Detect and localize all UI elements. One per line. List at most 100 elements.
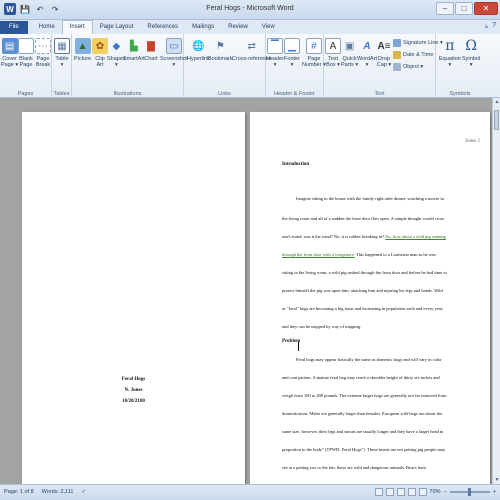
cross-reference-icon: ⇄ xyxy=(247,40,256,52)
picture-label: Picture xyxy=(74,56,92,62)
footer-button[interactable]: ▁ Footer ▾ xyxy=(284,38,300,68)
document-author: N. Jones xyxy=(124,388,143,393)
cover-page-button[interactable]: ▤ Cover Page ▾ xyxy=(1,38,18,68)
highlighted-text: No, how about a wild pig running xyxy=(385,234,446,239)
table-label: Table ▾ xyxy=(55,56,69,68)
zoom-slider[interactable] xyxy=(449,488,490,496)
symbol-button[interactable]: Ω Symbol ▾ xyxy=(462,38,480,68)
scroll-up-icon[interactable]: ▲ xyxy=(493,98,500,106)
paragraph-line: proportion to the body" (TPWD: Feral Hog… xyxy=(282,447,446,452)
vertical-scrollbar[interactable]: ▲ ▼ xyxy=(492,98,500,484)
full-screen-view-icon[interactable] xyxy=(385,488,394,496)
document-page-2[interactable]: Jones 2 Introduction Imagine sitting in … xyxy=(250,112,490,484)
hyperlink-label: Hyperlink xyxy=(187,56,210,62)
minimize-ribbon-icon[interactable]: ▵ xyxy=(485,22,489,30)
text-box-button[interactable]: A Text Box ▾ xyxy=(325,38,341,68)
header-button[interactable]: ▔ Header ▾ xyxy=(266,38,284,68)
zoom-out-icon[interactable]: − xyxy=(444,489,447,495)
clip-art-button[interactable]: ✿ Clip Art xyxy=(92,38,108,68)
cover-page-icon: ▤ xyxy=(1,38,18,54)
tab-references[interactable]: References xyxy=(140,21,185,34)
footer-icon: ▁ xyxy=(284,38,300,54)
date-time-button[interactable]: Date & Time xyxy=(393,51,433,59)
group-links-label: Links xyxy=(218,91,231,97)
page-number-button[interactable]: # Page Number ▾ xyxy=(302,38,326,68)
minimize-button[interactable]: – xyxy=(436,2,454,15)
page-count-status[interactable]: Page: 1 of 8 xyxy=(4,489,34,495)
ribbon-insert: ▤ Cover Page ▾ Blank Page ⋯ Page Break P… xyxy=(0,34,500,98)
paragraph-line: Imagine sitting in the house with the fa… xyxy=(296,196,444,201)
table-icon: ▦ xyxy=(54,38,70,54)
shapes-icon: ◆ xyxy=(112,40,121,52)
proofing-icon[interactable]: ✓ xyxy=(81,489,86,495)
draft-view-icon[interactable] xyxy=(418,488,427,496)
paragraph-line: see at a petting zoo or the fair, these … xyxy=(282,465,427,470)
status-bar: Page: 1 of 8 Words: 2,111 ✓ 70% − + xyxy=(0,484,500,500)
tab-review[interactable]: Review xyxy=(221,21,255,34)
omega-icon: Ω xyxy=(465,38,477,54)
smartart-button[interactable]: ▙ SmartArt xyxy=(123,38,145,63)
close-button[interactable]: ✕ xyxy=(474,2,498,15)
group-illustrations-label: Illustrations xyxy=(113,91,142,97)
smartart-label: SmartArt xyxy=(123,56,145,62)
zoom-in-icon[interactable]: + xyxy=(493,489,496,495)
signature-line-icon xyxy=(393,39,401,47)
object-button[interactable]: Object ▾ xyxy=(393,63,423,71)
group-links: 🌐 Hyperlink ⚑ Bookmark ⇄ Cross-reference… xyxy=(184,34,271,98)
bookmark-icon: ⚑ xyxy=(215,40,225,52)
document-area[interactable]: Feral Hogs N. Jones 10/20/2100 Jones 2 I… xyxy=(0,98,492,484)
paragraph-line: or "feral" hogs are becoming a big issue… xyxy=(282,306,444,311)
scroll-down-icon[interactable]: ▼ xyxy=(493,476,500,484)
symbol-label: Symbol ▾ xyxy=(462,56,481,68)
picture-button[interactable]: ▲ Picture xyxy=(74,38,91,62)
group-pages: ▤ Cover Page ▾ Blank Page ⋯ Page Break P… xyxy=(0,34,52,98)
help-icon[interactable]: ? xyxy=(492,22,496,30)
outline-view-icon[interactable] xyxy=(407,488,416,496)
tab-mailings[interactable]: Mailings xyxy=(185,21,221,34)
wordart-button[interactable]: A WordArt ▾ xyxy=(357,38,378,69)
page-header-number: Jones 2 xyxy=(465,139,480,144)
smartart-icon: ▙ xyxy=(129,40,138,52)
blank-page-icon xyxy=(18,38,34,54)
chart-button[interactable]: ▇ Chart xyxy=(143,38,159,63)
drop-cap-button[interactable]: A≡ Drop Cap ▾ xyxy=(376,38,392,69)
word-count-status[interactable]: Words: 2,111 xyxy=(42,489,74,495)
tab-file[interactable]: File xyxy=(0,21,28,34)
text-cursor xyxy=(298,342,301,351)
page-break-button[interactable]: ⋯ Page Break xyxy=(35,38,51,68)
bookmark-button[interactable]: ⚑ Bookmark xyxy=(208,38,233,63)
group-tables-label: Tables xyxy=(53,91,70,97)
table-button[interactable]: ▦ Table ▾ xyxy=(54,38,70,68)
quick-parts-button[interactable]: ▣ Quick Parts ▾ xyxy=(341,38,358,69)
group-illustrations: ▲ Picture ✿ Clip Art ◆ Shapes ▾ ▙ SmartA… xyxy=(72,34,188,98)
tab-insert[interactable]: Insert xyxy=(61,20,93,34)
clip-art-label: Clip Art xyxy=(95,56,105,68)
paragraph-line: one's mind, was it the wind? No, it is r… xyxy=(282,234,446,239)
screenshot-icon: ▭ xyxy=(165,38,182,54)
paragraph-line: Feral hogs may appear basically the same… xyxy=(296,357,442,362)
tab-view[interactable]: View xyxy=(255,21,282,34)
maximize-button[interactable]: □ xyxy=(455,2,473,15)
zoom-level[interactable]: 70% xyxy=(430,489,441,495)
page-number-label: Page Number ▾ xyxy=(302,56,326,68)
status-left: Page: 1 of 8 Words: 2,111 ✓ xyxy=(4,489,86,495)
wordart-label: WordArt ▾ xyxy=(357,56,378,68)
group-symbols: π Equation ▾ Ω Symbol ▾ Symbols xyxy=(436,34,484,98)
tab-home[interactable]: Home xyxy=(32,21,62,34)
title-page-block: Feral Hogs N. Jones 10/20/2100 xyxy=(22,374,245,407)
tab-page-layout[interactable]: Page Layout xyxy=(93,21,141,34)
hyperlink-button[interactable]: 🌐 Hyperlink xyxy=(187,38,210,63)
blank-page-button[interactable]: Blank Page xyxy=(18,38,34,68)
bookmark-label: Bookmark xyxy=(208,56,233,62)
equation-button[interactable]: π Equation ▾ xyxy=(439,38,461,68)
print-layout-view-icon[interactable] xyxy=(374,488,383,496)
paragraph-line: same size, however, their legs and snout… xyxy=(282,429,444,434)
picture-icon: ▲ xyxy=(74,38,91,54)
zoom-slider-knob[interactable] xyxy=(467,488,471,496)
document-page-1[interactable]: Feral Hogs N. Jones 10/20/2100 xyxy=(22,112,245,484)
ribbon-help-controls: ▵ ? xyxy=(485,22,496,30)
web-layout-view-icon[interactable] xyxy=(396,488,405,496)
hyperlink-icon: 🌐 xyxy=(192,40,205,52)
group-header-footer: ▔ Header ▾ ▁ Footer ▾ # Page Number ▾ He… xyxy=(266,34,326,98)
scrollbar-thumb[interactable] xyxy=(494,110,499,130)
